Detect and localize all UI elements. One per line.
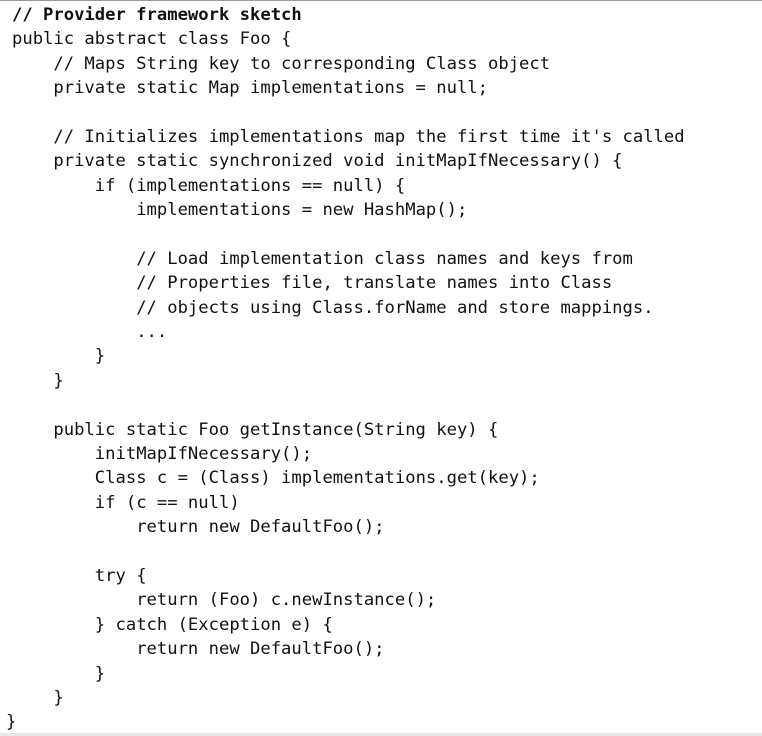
code-line: // Provider framework sketch bbox=[12, 5, 302, 25]
code-line: return (Foo) c.newInstance(); bbox=[136, 590, 437, 611]
code-listing: // Provider framework sketch public abstr… bbox=[0, 3, 762, 735]
code-line: ... bbox=[136, 322, 168, 343]
code-line: Class c = (Class) implementations.get(ke… bbox=[94, 468, 540, 489]
code-line: public static Foo getInstance(String key… bbox=[53, 419, 499, 440]
code-line: // Load implementation class names and k… bbox=[136, 248, 633, 269]
code-line: return new DefaultFoo(); bbox=[136, 639, 385, 660]
code-line: } bbox=[94, 663, 106, 684]
code-line: private static Map implementations = nul… bbox=[53, 78, 488, 99]
code-line: if (implementations == null) { bbox=[94, 175, 406, 196]
code-line: // Properties file, translate names into… bbox=[136, 273, 613, 294]
code-line: initMapIfNecessary(); bbox=[94, 444, 313, 465]
code-line: // objects using Class.forName and store… bbox=[136, 297, 654, 318]
code-line: return new DefaultFoo(); bbox=[136, 517, 385, 538]
code-line: } bbox=[53, 370, 64, 391]
code-line: private static synchronized void initMap… bbox=[53, 151, 623, 172]
code-line: public abstract class Foo { bbox=[12, 29, 292, 50]
code-line: } bbox=[6, 712, 17, 733]
code-line: } bbox=[94, 346, 106, 367]
code-line: // Initializes implementations map the f… bbox=[53, 126, 685, 147]
code-line: implementations = new HashMap(); bbox=[136, 200, 468, 221]
code-line: try { bbox=[94, 565, 147, 586]
code-line: } catch (Exception e) { bbox=[94, 614, 333, 635]
code-page: // Provider framework sketch public abstr… bbox=[0, 0, 762, 736]
code-line: if (c == null) bbox=[94, 492, 240, 513]
code-line: // Maps String key to corresponding Clas… bbox=[53, 53, 551, 74]
code-line: } bbox=[53, 687, 64, 708]
top-divider bbox=[0, 0, 762, 1]
